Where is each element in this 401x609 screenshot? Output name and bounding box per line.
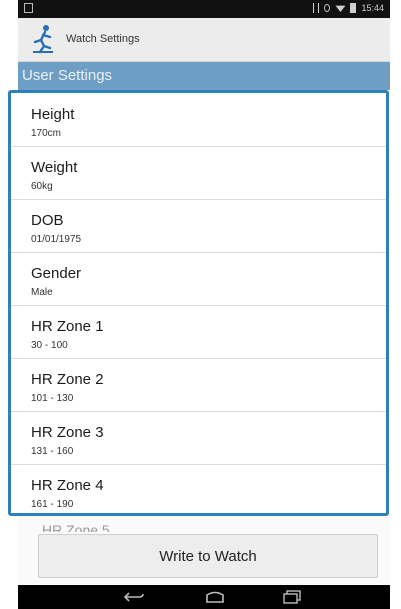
device-screen: 15:44 Watch Settings User Settings Heigh… <box>8 0 390 609</box>
status-bar: 15:44 <box>18 0 390 18</box>
setting-label: DOB <box>31 212 64 229</box>
notification-icon <box>24 3 33 13</box>
wifi-icon <box>335 5 346 12</box>
navigation-bar <box>18 585 390 609</box>
setting-label: Gender <box>31 265 82 282</box>
setting-row-hr-zone-5-peek[interactable]: HR Zone 5 <box>42 522 110 532</box>
setting-row-weight[interactable]: Weight 60kg <box>11 146 386 200</box>
setting-row-dob[interactable]: DOB 01/01/1975 <box>11 199 386 253</box>
setting-value: 170cm <box>31 128 62 139</box>
status-time: 15:44 <box>361 3 384 13</box>
action-bar: Watch Settings <box>18 18 390 62</box>
setting-row-height[interactable]: Height 170cm <box>11 93 386 147</box>
write-to-watch-button[interactable]: Write to Watch <box>38 534 378 578</box>
status-icons: 15:44 <box>313 3 384 13</box>
setting-row-hr-zone-4[interactable]: HR Zone 4 161 - 190 <box>11 464 386 513</box>
battery-icon <box>350 3 357 13</box>
setting-row-gender[interactable]: Gender Male <box>11 252 386 306</box>
settings-list: Height 170cm Weight 60kg DOB 01/01/1975 … <box>8 90 389 516</box>
setting-row-hr-zone-3[interactable]: HR Zone 3 131 - 160 <box>11 411 386 465</box>
setting-value: 01/01/1975 <box>31 234 82 245</box>
setting-row-hr-zone-2[interactable]: HR Zone 2 101 - 130 <box>11 358 386 412</box>
setting-value: 161 - 190 <box>31 499 74 510</box>
setting-label: Height <box>31 106 75 123</box>
section-header: User Settings <box>18 62 390 90</box>
setting-value: 131 - 160 <box>31 446 74 457</box>
list-overflow: HR Zone 5 <box>18 516 390 532</box>
runner-icon[interactable] <box>30 24 56 54</box>
recent-apps-icon[interactable] <box>281 590 303 604</box>
app-title: Watch Settings <box>66 33 140 45</box>
section-title: User Settings <box>22 67 113 84</box>
rotation-icon <box>324 4 331 12</box>
setting-value: 101 - 130 <box>31 393 74 404</box>
setting-value: 60kg <box>31 181 53 192</box>
setting-label: HR Zone 1 <box>31 318 104 335</box>
bluetooth-icon <box>313 3 320 13</box>
setting-label: Weight <box>31 159 78 176</box>
home-icon[interactable] <box>204 590 226 604</box>
back-icon[interactable] <box>123 590 145 604</box>
setting-label: HR Zone 2 <box>31 371 104 388</box>
setting-label: HR Zone 4 <box>31 477 104 494</box>
setting-value: Male <box>31 287 53 298</box>
setting-row-hr-zone-1[interactable]: HR Zone 1 30 - 100 <box>11 305 386 359</box>
setting-value: 30 - 100 <box>31 340 68 351</box>
setting-label: HR Zone 3 <box>31 424 104 441</box>
